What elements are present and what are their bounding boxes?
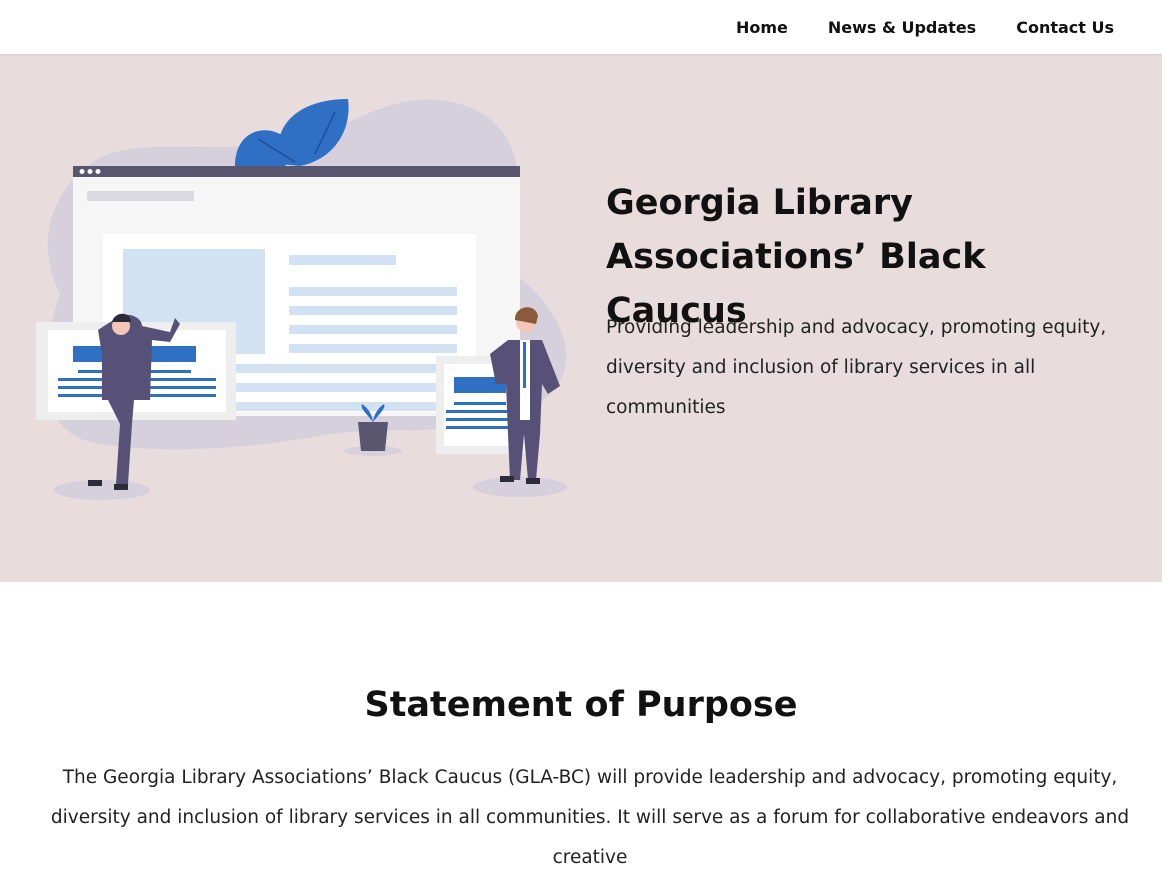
purpose-text: The Georgia Library Associations’ Black … [50,767,1130,868]
hero-section: Georgia Library Associations’ Black Cauc… [0,54,1162,582]
nav-home-link[interactable]: Home [736,18,788,37]
hero-illustration [36,99,567,500]
nav-news-link[interactable]: News & Updates [828,18,976,37]
nav-contact-link[interactable]: Contact Us [1016,18,1114,37]
main-nav: Home News & Updates Contact Us [696,0,1114,54]
top-navbar: Home News & Updates Contact Us [0,0,1162,54]
browser-titlebar [73,166,520,177]
purpose-title: Statement of Purpose [364,685,798,725]
hero-subtitle: Providing leadership and advocacy, promo… [606,317,1107,418]
